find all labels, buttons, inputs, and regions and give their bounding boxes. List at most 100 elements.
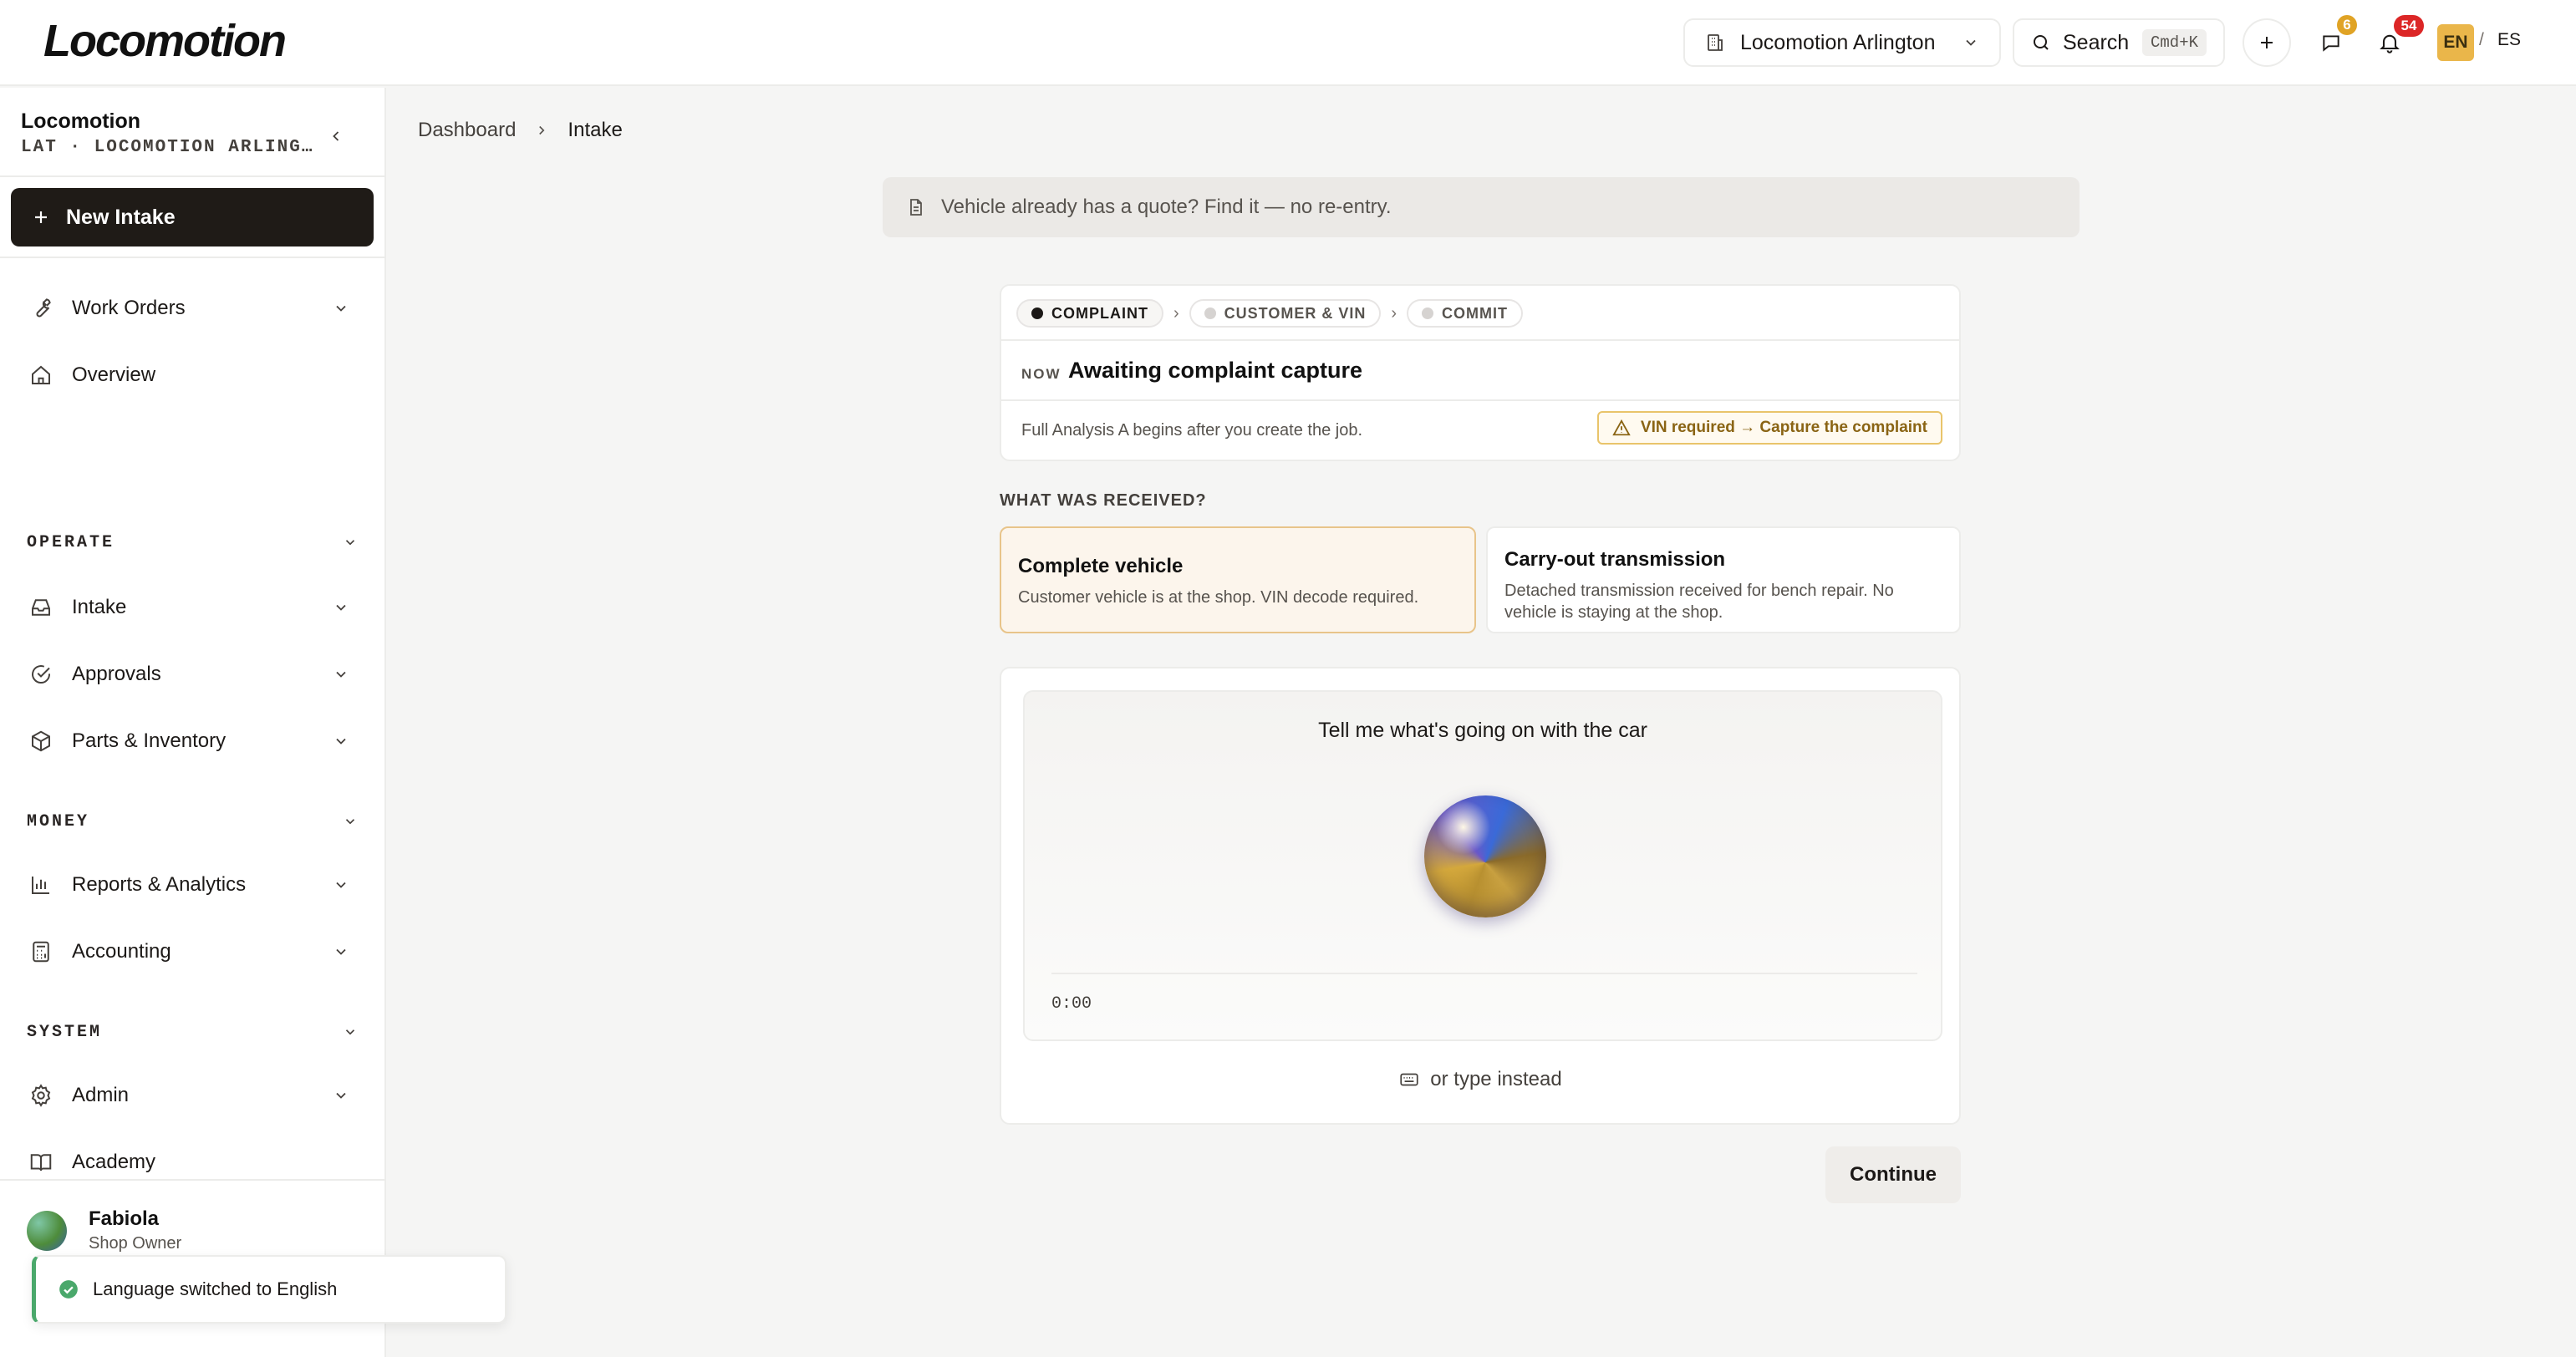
notifications-button[interactable]: 54 [2365, 15, 2424, 67]
chevron-down-icon [333, 877, 349, 893]
chevron-down-icon [333, 1087, 349, 1104]
quote-lookup-banner[interactable]: Vehicle already has a quote? Find it — n… [883, 177, 2080, 237]
divider [1001, 399, 1959, 401]
sidebar-item-admin[interactable]: Admin [13, 1070, 364, 1121]
sidebar-item-work-orders[interactable]: Work Orders [13, 283, 364, 333]
wrench-icon [28, 296, 53, 321]
avatar [27, 1210, 67, 1251]
option-title: Carry-out transmission [1504, 548, 1726, 571]
step-indicator: COMPLAINT › CUSTOMER & VIN › COMMIT [1016, 299, 1524, 328]
voice-recorder: Tell me what's going on with the car 0:0… [1023, 690, 1942, 1041]
plus-icon [31, 207, 51, 227]
step-label: COMPLAINT [1051, 304, 1148, 322]
add-button[interactable] [2243, 18, 2291, 67]
chevron-down-icon [343, 1024, 358, 1039]
recording-timer: 0:00 [1051, 994, 1092, 1014]
sidebar-item-overview[interactable]: Overview [13, 350, 364, 400]
user-menu[interactable]: Fabiola Shop Owner [27, 1207, 181, 1253]
new-intake-button[interactable]: New Intake [11, 188, 374, 246]
chevron-right-icon: › [1391, 303, 1397, 323]
chevron-left-icon [328, 128, 344, 145]
step-complaint[interactable]: COMPLAINT [1016, 299, 1163, 328]
book-icon [28, 1150, 53, 1175]
breadcrumb-dashboard[interactable]: Dashboard [418, 119, 516, 142]
step-label: CUSTOMER & VIN [1224, 304, 1367, 322]
language-es-button[interactable]: ES [2497, 30, 2521, 50]
chevron-down-icon [1963, 34, 1979, 51]
option-complete-vehicle[interactable]: Complete vehicle Customer vehicle is at … [1000, 526, 1476, 633]
sidebar-item-label: Accounting [72, 940, 171, 963]
chevron-right-icon: › [1173, 303, 1179, 323]
step-commit[interactable]: COMMIT [1407, 299, 1524, 328]
chevron-down-icon [343, 535, 358, 550]
app-logo[interactable]: Locomotion [43, 15, 287, 67]
warning-icon [1612, 419, 1631, 437]
toast-message: Language switched to English [93, 1278, 338, 1299]
chevron-right-icon [534, 123, 549, 138]
section-system[interactable]: SYSTEM [27, 1015, 358, 1049]
section-label: MONEY [27, 811, 90, 831]
chevron-down-icon [333, 943, 349, 960]
analysis-note: Full Analysis A begins after you create … [1021, 421, 1363, 440]
toast-notification[interactable]: Language switched to English [32, 1255, 507, 1324]
option-description: Customer vehicle is at the shop. VIN dec… [1018, 588, 1419, 607]
sidebar-item-accounting[interactable]: Accounting [13, 927, 364, 977]
keyboard-icon [1398, 1069, 1420, 1090]
location-name: Locomotion Arlington [1740, 30, 1936, 54]
org-name: Locomotion [21, 109, 141, 133]
divider [0, 1179, 384, 1181]
chevron-down-icon [333, 666, 349, 683]
sidebar-item-parts-inventory[interactable]: Parts & Inventory [13, 716, 364, 766]
breadcrumb-intake: Intake [568, 119, 623, 141]
current-status: Awaiting complaint capture [1068, 358, 1363, 383]
sidebar-item-label: Reports & Analytics [72, 873, 247, 896]
org-location: LAT · LOCOMOTION ARLING… [21, 138, 314, 157]
option-carry-out-transmission[interactable]: Carry-out transmission Detached transmis… [1486, 526, 1961, 633]
top-bar: Locomotion Locomotion Arlington Search C… [0, 0, 2576, 86]
calculator-icon [28, 939, 53, 964]
check-circle-icon [58, 1278, 79, 1300]
notice-text: Vehicle already has a quote? Find it — n… [941, 196, 1392, 218]
section-operate[interactable]: OPERATE [27, 526, 358, 559]
messages-button[interactable]: 6 [2307, 15, 2357, 67]
continue-button[interactable]: Continue [1825, 1146, 1961, 1203]
voice-prompt: Tell me what's going on with the car [1318, 719, 1647, 742]
home-icon [28, 363, 53, 388]
sidebar-item-label: Approvals [72, 663, 161, 685]
received-label: WHAT WAS RECEIVED? [1000, 491, 1207, 510]
sidebar-item-reports-analytics[interactable]: Reports & Analytics [13, 860, 364, 910]
vin-required-warning[interactable]: VIN required → Capture the complaint [1596, 411, 1942, 445]
sidebar-item-intake[interactable]: Intake [13, 582, 364, 633]
search-shortcut: Cmd+K [2141, 29, 2207, 56]
new-intake-label: New Intake [66, 205, 176, 229]
sidebar-item-approvals[interactable]: Approvals [13, 649, 364, 699]
box-icon [28, 729, 53, 754]
search-button[interactable]: Search Cmd+K [2013, 18, 2225, 67]
sidebar-item-label: Work Orders [72, 297, 186, 319]
waveform [1051, 973, 1917, 974]
search-label: Search [2063, 30, 2130, 54]
building-icon [1705, 33, 1725, 53]
type-instead-button[interactable]: or type instead [1001, 1068, 1959, 1091]
step-customer-vin[interactable]: CUSTOMER & VIN [1189, 299, 1382, 328]
section-label: SYSTEM [27, 1022, 103, 1042]
language-en-button[interactable]: EN [2437, 24, 2474, 61]
step-dot [1422, 307, 1434, 319]
bar-chart-icon [28, 872, 53, 897]
inbox-icon [28, 595, 53, 620]
step-dot [1031, 307, 1043, 319]
sidebar: Locomotion LAT · LOCOMOTION ARLING… New … [0, 88, 386, 1357]
step-dot [1204, 307, 1216, 319]
user-name: Fabiola [89, 1207, 160, 1230]
step-label: COMMIT [1442, 304, 1509, 322]
option-title: Complete vehicle [1018, 555, 1184, 577]
divider [0, 257, 384, 258]
divider [1001, 339, 1959, 341]
section-money[interactable]: MONEY [27, 805, 358, 838]
location-selector[interactable]: Locomotion Arlington [1683, 18, 2001, 67]
microphone-orb-button[interactable] [1424, 795, 1546, 917]
collapse-sidebar-button[interactable] [321, 121, 351, 151]
chat-icon [2320, 32, 2342, 53]
sidebar-item-label: Intake [72, 596, 127, 618]
search-icon [2031, 33, 2051, 53]
